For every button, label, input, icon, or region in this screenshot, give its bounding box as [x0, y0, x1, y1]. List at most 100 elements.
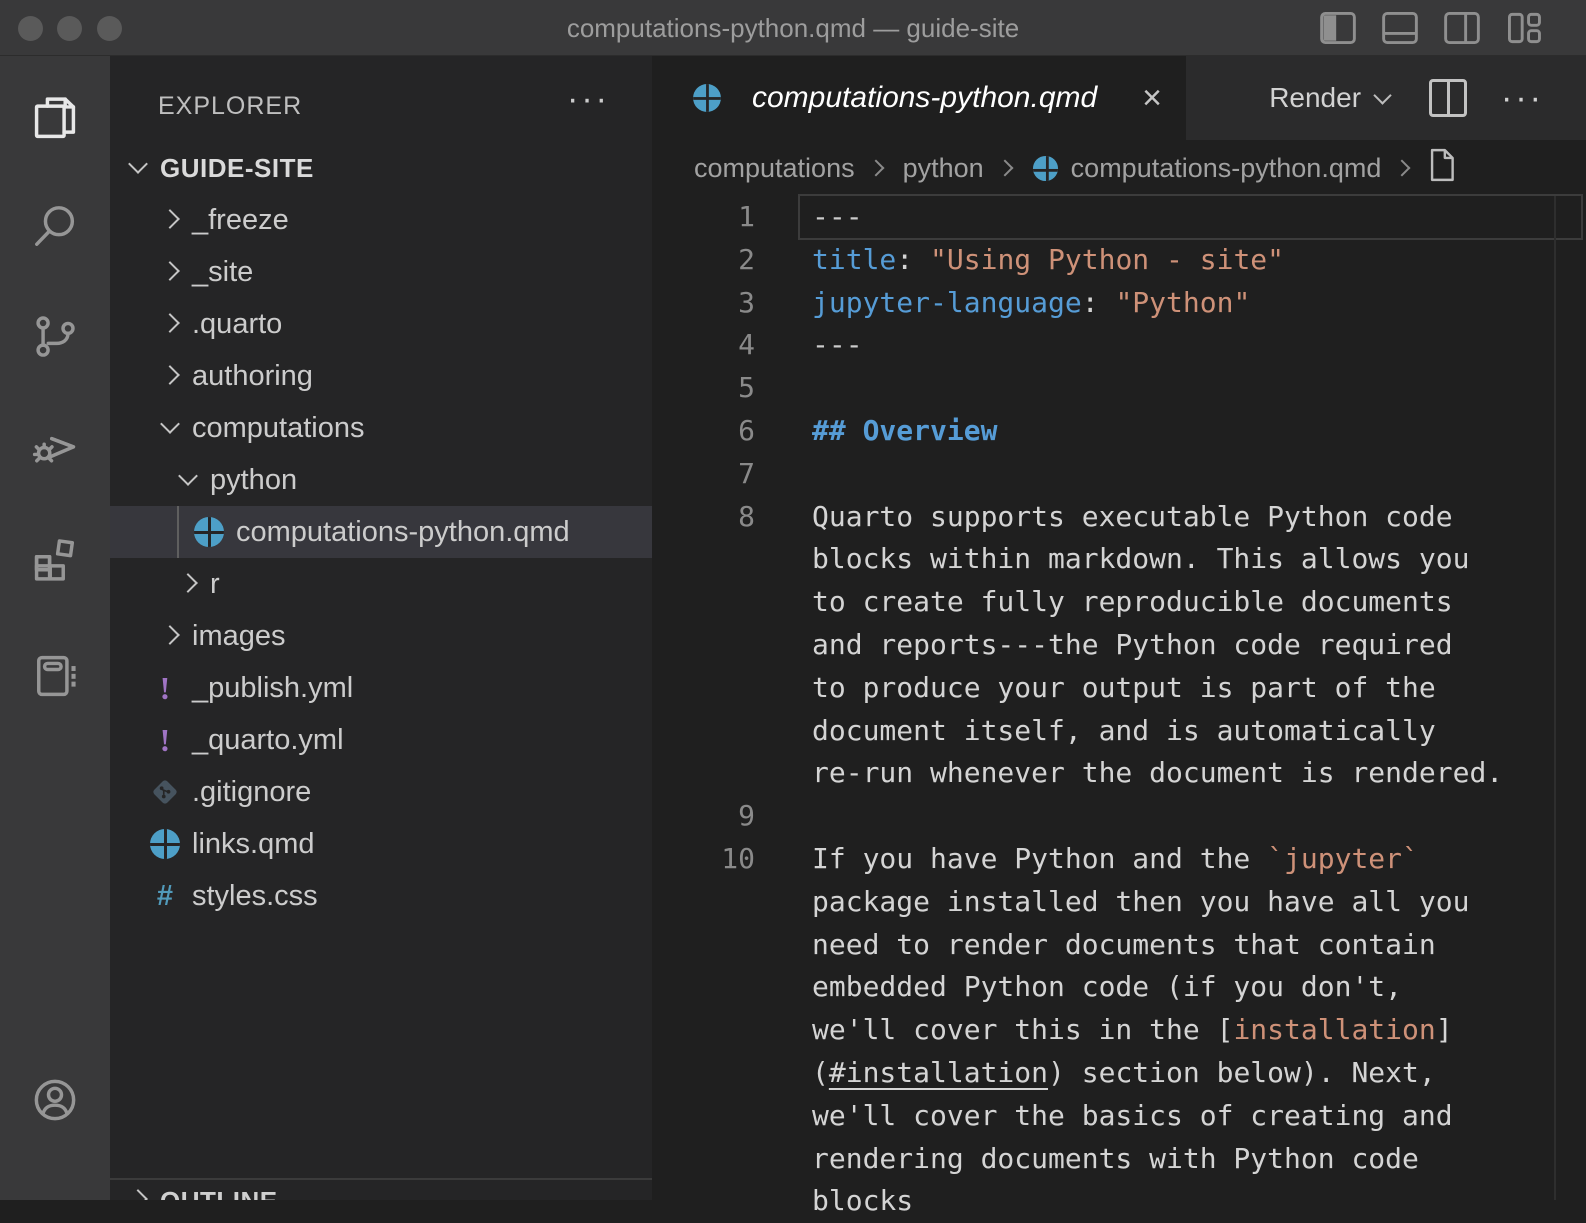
- git-icon: [150, 776, 180, 808]
- tab-close-icon[interactable]: ×: [1142, 81, 1162, 115]
- line-number: 5: [652, 367, 755, 410]
- account-icon[interactable]: [0, 1052, 110, 1148]
- code-line[interactable]: 5: [652, 367, 1586, 410]
- search-icon[interactable]: [0, 178, 110, 274]
- code-line[interactable]: 9: [652, 795, 1586, 838]
- code-line[interactable]: need to render documents that contain: [652, 924, 1586, 967]
- quarto-icon: [1032, 155, 1059, 182]
- breadcrumb-separator-icon: [1395, 158, 1415, 178]
- tree-item-label: r: [210, 568, 220, 601]
- code-line[interactable]: to produce your output is part of the: [652, 667, 1586, 710]
- tree-item-label: computations-python.qmd: [236, 516, 570, 549]
- code-line[interactable]: we'll cover this in the [installation]: [652, 1009, 1586, 1052]
- code-line[interactable]: 7: [652, 453, 1586, 496]
- chevron-right-icon: [176, 572, 200, 596]
- tree-item-label: _quarto.yml: [192, 724, 344, 757]
- tree-item-guide-site[interactable]: GUIDE-SITE: [110, 142, 652, 194]
- chevron-right-icon: [158, 260, 182, 284]
- tree-item--quarto[interactable]: .quarto: [110, 298, 652, 350]
- tree-item--site[interactable]: _site: [110, 246, 652, 298]
- tree-item-label: computations: [192, 412, 365, 445]
- chevron-down-icon: [126, 156, 150, 180]
- sidebar-header: EXPLORER ···: [110, 78, 652, 134]
- code-line[interactable]: 6## Overview: [652, 410, 1586, 453]
- notebook-icon[interactable]: [0, 628, 110, 724]
- tree-item-label: styles.css: [192, 880, 318, 913]
- tree-item-label: python: [210, 464, 297, 497]
- toggle-primary-sidebar-icon[interactable]: [1316, 8, 1360, 48]
- code-line[interactable]: 8Quarto supports executable Python code: [652, 496, 1586, 539]
- extensions-icon[interactable]: [0, 512, 110, 608]
- chevron-down-icon: [158, 416, 182, 440]
- tree-item-computations[interactable]: computations: [110, 402, 652, 454]
- chevron-right-icon: [126, 1188, 150, 1200]
- tree-item-r[interactable]: r: [110, 558, 652, 610]
- toggle-secondary-sidebar-icon[interactable]: [1440, 8, 1484, 48]
- tree-item-images[interactable]: images: [110, 610, 652, 662]
- tree-item-python[interactable]: python: [110, 454, 652, 506]
- line-number: 6: [652, 410, 755, 453]
- line-number: 4: [652, 324, 755, 367]
- code-line[interactable]: and reports---the Python code required: [652, 624, 1586, 667]
- tree-item-links-qmd[interactable]: links.qmd: [110, 818, 652, 870]
- breadcrumb-item[interactable]: computations: [694, 153, 855, 184]
- run-and-debug-icon[interactable]: [0, 398, 110, 494]
- render-button[interactable]: Render: [1269, 82, 1361, 114]
- source-control-icon[interactable]: [0, 288, 110, 384]
- tree-item--publish-yml[interactable]: !_publish.yml: [110, 662, 652, 714]
- tree-item--quarto-yml[interactable]: !_quarto.yml: [110, 714, 652, 766]
- code-line[interactable]: re-run whenever the document is rendered…: [652, 752, 1586, 795]
- code-line[interactable]: 10If you have Python and the `jupyter`: [652, 838, 1586, 881]
- code-line[interactable]: blocks: [652, 1180, 1586, 1223]
- breadcrumb-separator-icon: [998, 158, 1018, 178]
- code-line[interactable]: we'll cover the basics of creating and: [652, 1095, 1586, 1138]
- file-tree: GUIDE-SITE _freeze _site.quarto authoring co…: [110, 142, 652, 922]
- editor-more-actions-icon[interactable]: ···: [1501, 79, 1544, 118]
- line-number: 7: [652, 453, 755, 496]
- sidebar-more-actions-icon[interactable]: ···: [567, 80, 610, 119]
- customize-layout-icon[interactable]: [1502, 8, 1546, 48]
- explorer-icon[interactable]: [0, 70, 110, 166]
- code-line[interactable]: (#installation) section below). Next,: [652, 1052, 1586, 1095]
- tree-item-label: _freeze: [192, 204, 289, 237]
- line-number: 9: [652, 795, 755, 838]
- tree-item--gitignore[interactable]: .gitignore: [110, 766, 652, 818]
- tab-label: computations-python.qmd: [752, 81, 1097, 115]
- tree-item--freeze[interactable]: _freeze: [110, 194, 652, 246]
- code-line[interactable]: 1---: [652, 196, 1586, 239]
- breadcrumb-item[interactable]: computations-python.qmd: [1071, 153, 1382, 184]
- breadcrumb-item[interactable]: python: [903, 153, 984, 184]
- file-icon: [1425, 146, 1459, 191]
- sidebar-title: EXPLORER: [158, 92, 302, 121]
- tree-item-styles-css[interactable]: #styles.css: [110, 870, 652, 922]
- tree-item-label: _publish.yml: [192, 672, 353, 705]
- line-number: 10: [652, 838, 755, 881]
- tree-item-label: authoring: [192, 360, 313, 393]
- code-line[interactable]: 4---: [652, 324, 1586, 367]
- outline-header[interactable]: OUTLINE: [110, 1186, 652, 1200]
- tab-computations-python[interactable]: computations-python.qmd ×: [652, 56, 1186, 140]
- line-number: 1: [652, 196, 755, 239]
- toggle-panel-icon[interactable]: [1378, 8, 1422, 48]
- tree-item-authoring[interactable]: authoring: [110, 350, 652, 402]
- breadcrumb-separator-icon: [869, 158, 889, 178]
- chevron-down-icon[interactable]: [1373, 87, 1395, 109]
- code-editor[interactable]: 1---2title: "Using Python - site"3jupyte…: [652, 196, 1586, 1200]
- code-line[interactable]: to create fully reproducible documents: [652, 581, 1586, 624]
- tree-item-computations-python-qmd[interactable]: computations-python.qmd: [110, 506, 652, 558]
- code-line[interactable]: package installed then you have all you: [652, 881, 1586, 924]
- quarto-icon: [692, 82, 722, 114]
- split-editor-icon[interactable]: [1429, 79, 1467, 117]
- code-line[interactable]: embedded Python code (if you don't,: [652, 966, 1586, 1009]
- tree-item-label: links.qmd: [192, 828, 315, 861]
- code-line[interactable]: blocks within markdown. This allows you: [652, 538, 1586, 581]
- line-number: 8: [652, 496, 755, 539]
- code-line[interactable]: 3jupyter-language: "Python": [652, 282, 1586, 325]
- outline-section: OUTLINE: [110, 1178, 652, 1200]
- tree-item-label: .gitignore: [192, 776, 311, 809]
- quarto-icon: [150, 828, 180, 860]
- code-line[interactable]: rendering documents with Python code: [652, 1138, 1586, 1181]
- tree-item-label: GUIDE-SITE: [160, 153, 314, 184]
- code-line[interactable]: 2title: "Using Python - site": [652, 239, 1586, 282]
- code-line[interactable]: document itself, and is automatically: [652, 710, 1586, 753]
